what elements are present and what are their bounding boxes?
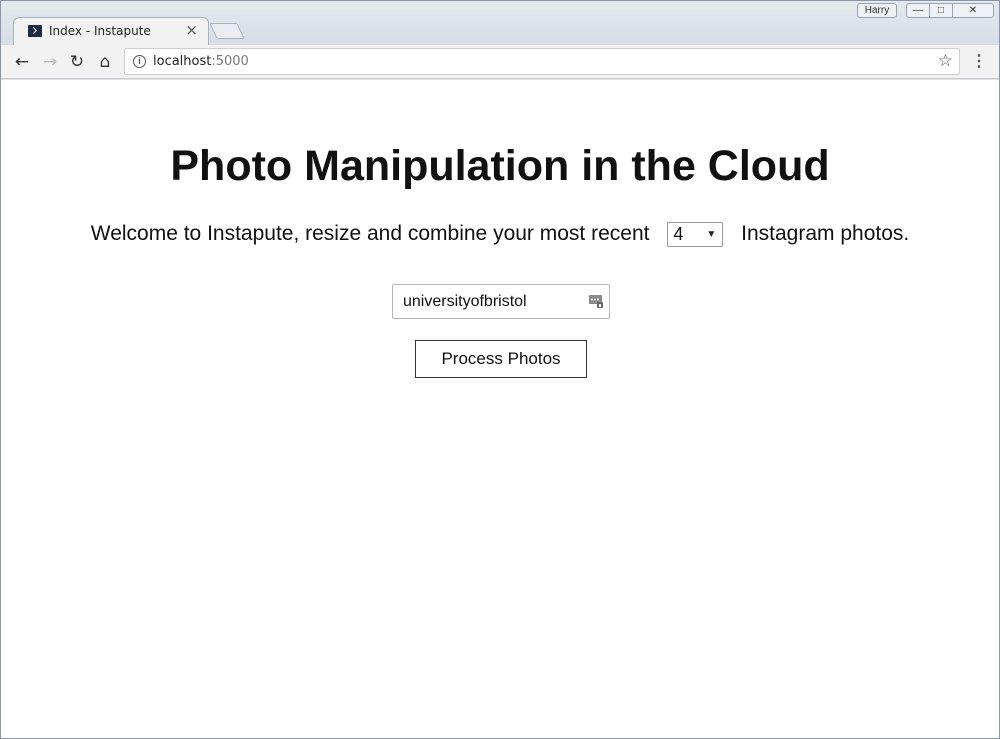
- photo-count-value: 4: [673, 224, 684, 244]
- reload-icon[interactable]: ↻: [66, 51, 88, 73]
- username-field[interactable]: [392, 284, 610, 319]
- new-tab-button[interactable]: [209, 23, 245, 39]
- close-tab-icon[interactable]: ×: [185, 21, 198, 39]
- process-photos-button[interactable]: Process Photos: [415, 340, 587, 378]
- close-window-button[interactable]: ✕: [952, 3, 994, 18]
- address-bar[interactable]: i localhost:5000 ☆: [124, 48, 960, 75]
- back-icon[interactable]: ←: [11, 51, 33, 73]
- welcome-suffix: Instagram photos.: [741, 222, 910, 246]
- url-port: :5000: [211, 54, 249, 69]
- url-text[interactable]: localhost:5000: [153, 54, 249, 69]
- page-title: Photo Manipulation in the Cloud: [170, 142, 830, 190]
- browser-tab[interactable]: Index - Instapute ×: [13, 17, 209, 45]
- photo-count-select[interactable]: 4 ▼: [667, 222, 724, 247]
- page-viewport: Photo Manipulation in the Cloud Welcome …: [1, 80, 999, 738]
- terminal-favicon-icon: [28, 25, 42, 37]
- welcome-text: Welcome to Instapute, resize and combine…: [1, 222, 999, 247]
- title-bar: Index - Instapute × Harry — □ ✕: [1, 1, 999, 45]
- info-icon[interactable]: i: [133, 55, 146, 68]
- dropdown-arrow-icon: ▼: [706, 229, 717, 240]
- home-icon[interactable]: ⌂: [94, 51, 116, 73]
- welcome-prefix: Welcome to Instapute, resize and combine…: [90, 222, 650, 246]
- username-input[interactable]: [393, 285, 573, 318]
- maximize-button[interactable]: □: [929, 3, 953, 18]
- bookmark-star-icon[interactable]: ☆: [938, 51, 953, 71]
- forward-icon[interactable]: →: [39, 51, 61, 73]
- tab-title: Index - Instapute: [49, 24, 151, 38]
- url-host: localhost: [153, 54, 212, 69]
- minimize-button[interactable]: —: [906, 3, 930, 18]
- kebab-menu-icon[interactable]: ⋮: [971, 52, 987, 72]
- password-manager-icon[interactable]: [588, 293, 604, 309]
- browser-toolbar: ← → ↻ ⌂ i localhost:5000 ☆ ⋮: [1, 45, 999, 79]
- browser-window: Index - Instapute × Harry — □ ✕ ← → ↻ ⌂ …: [0, 0, 1000, 739]
- profile-button[interactable]: Harry: [857, 3, 897, 18]
